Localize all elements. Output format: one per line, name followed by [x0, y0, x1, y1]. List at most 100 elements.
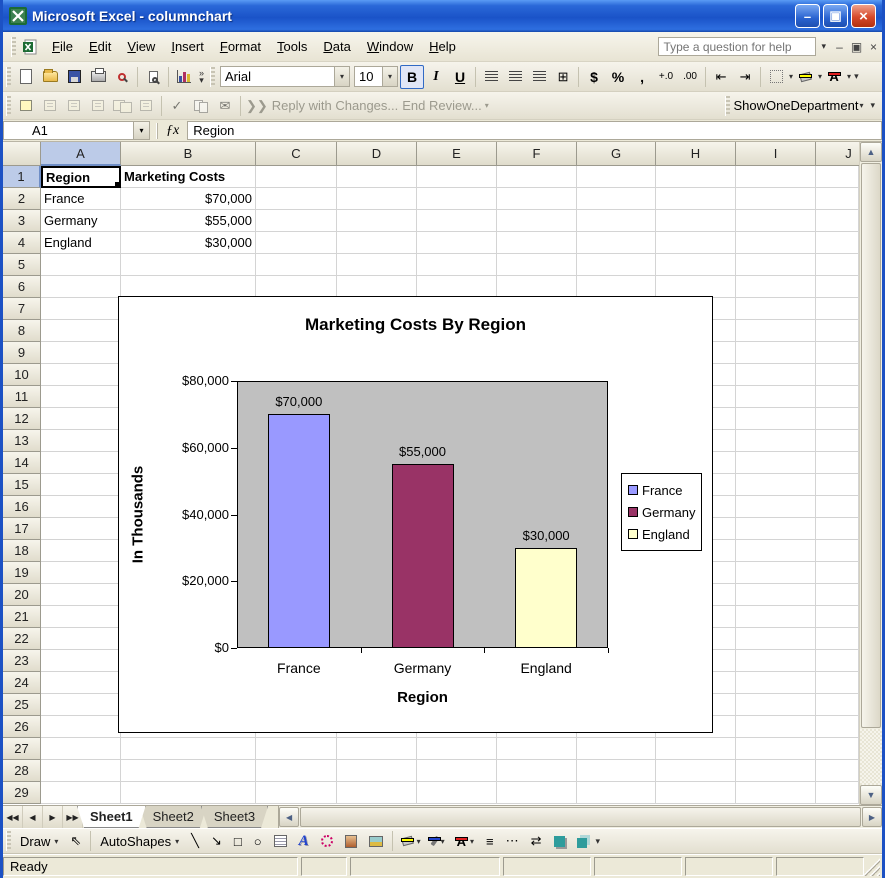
- cell-C28[interactable]: [256, 760, 337, 782]
- cell-A23[interactable]: [41, 650, 121, 672]
- macro-button[interactable]: ShowOneDepartment: [733, 98, 858, 113]
- cell-I10[interactable]: [736, 364, 816, 386]
- cell-F27[interactable]: [497, 738, 577, 760]
- cell-I25[interactable]: [736, 694, 816, 716]
- cell-D5[interactable]: [337, 254, 417, 276]
- row-header-16[interactable]: 16: [3, 496, 41, 518]
- cell-I3[interactable]: [736, 210, 816, 232]
- cell-I27[interactable]: [736, 738, 816, 760]
- cell-A21[interactable]: [41, 606, 121, 628]
- diagram-icon[interactable]: [315, 833, 339, 849]
- col-header-H[interactable]: H: [656, 142, 736, 166]
- cell-J10[interactable]: [816, 364, 859, 386]
- cell-J22[interactable]: [816, 628, 859, 650]
- three-d-style-icon[interactable]: [571, 833, 593, 850]
- macro-toolbar-grip[interactable]: [725, 96, 730, 116]
- cell-J17[interactable]: [816, 518, 859, 540]
- cell-F4[interactable]: [497, 232, 577, 254]
- row-header-6[interactable]: 6: [3, 276, 41, 298]
- toolbar-options-icon[interactable]: »▾: [196, 70, 207, 84]
- row-header-18[interactable]: 18: [3, 540, 41, 562]
- cell-I22[interactable]: [736, 628, 816, 650]
- cell-J25[interactable]: [816, 694, 859, 716]
- cell-B2[interactable]: $70,000: [121, 188, 256, 210]
- bold-button[interactable]: B: [400, 65, 424, 89]
- close-button[interactable]: ×: [851, 4, 876, 28]
- cell-E28[interactable]: [417, 760, 497, 782]
- row-header-13[interactable]: 13: [3, 430, 41, 452]
- cell-A14[interactable]: [41, 452, 121, 474]
- currency-style-button[interactable]: $: [582, 65, 606, 89]
- reviewing-toolbar-grip[interactable]: [6, 96, 11, 116]
- cell-H1[interactable]: [656, 166, 736, 188]
- cell-J21[interactable]: [816, 606, 859, 628]
- cell-J9[interactable]: [816, 342, 859, 364]
- menu-item-format[interactable]: Format: [212, 35, 269, 58]
- cell-G3[interactable]: [577, 210, 656, 232]
- menu-item-insert[interactable]: Insert: [163, 35, 212, 58]
- cell-J14[interactable]: [816, 452, 859, 474]
- cell-B4[interactable]: $30,000: [121, 232, 256, 254]
- cell-A16[interactable]: [41, 496, 121, 518]
- bar-france[interactable]: [268, 414, 330, 648]
- cell-I29[interactable]: [736, 782, 816, 804]
- cell-A3[interactable]: Germany: [41, 210, 121, 232]
- cell-I9[interactable]: [736, 342, 816, 364]
- percent-style-button[interactable]: %: [606, 65, 630, 89]
- cell-A22[interactable]: [41, 628, 121, 650]
- cell-I11[interactable]: [736, 386, 816, 408]
- doc-restore-button[interactable]: ▣: [848, 40, 865, 54]
- row-header-21[interactable]: 21: [3, 606, 41, 628]
- arrow-style-icon[interactable]: ⇄: [525, 831, 548, 851]
- cell-A9[interactable]: [41, 342, 121, 364]
- clip-art-icon[interactable]: [339, 833, 363, 850]
- menu-item-help[interactable]: Help: [421, 35, 464, 58]
- cell-I19[interactable]: [736, 562, 816, 584]
- increase-indent-icon[interactable]: ⇥: [733, 65, 757, 89]
- draw-font-color-icon[interactable]: A▾: [451, 834, 480, 849]
- first-sheet-icon[interactable]: ◀◀: [3, 806, 23, 828]
- cell-I21[interactable]: [736, 606, 816, 628]
- cell-I26[interactable]: [736, 716, 816, 738]
- sheet-tab-sheet1[interactable]: Sheet1: [77, 806, 146, 828]
- row-header-12[interactable]: 12: [3, 408, 41, 430]
- cell-A11[interactable]: [41, 386, 121, 408]
- insert-picture-icon[interactable]: [363, 834, 389, 849]
- cell-C29[interactable]: [256, 782, 337, 804]
- row-header-28[interactable]: 28: [3, 760, 41, 782]
- menu-item-view[interactable]: View: [119, 35, 163, 58]
- help-question-input[interactable]: [658, 37, 816, 56]
- cell-A7[interactable]: [41, 298, 121, 320]
- cell-I13[interactable]: [736, 430, 816, 452]
- cell-A15[interactable]: [41, 474, 121, 496]
- cell-A25[interactable]: [41, 694, 121, 716]
- drawing-options-icon[interactable]: ▾: [593, 838, 604, 845]
- bar-england[interactable]: [515, 548, 577, 648]
- cell-A17[interactable]: [41, 518, 121, 540]
- cell-C1[interactable]: [256, 166, 337, 188]
- row-header-24[interactable]: 24: [3, 672, 41, 694]
- select-objects-icon[interactable]: ⇖: [64, 831, 87, 851]
- font-size-combo[interactable]: 10 ▾: [354, 66, 398, 87]
- cell-I24[interactable]: [736, 672, 816, 694]
- cell-A5[interactable]: [41, 254, 121, 276]
- cell-J29[interactable]: [816, 782, 859, 804]
- cell-A18[interactable]: [41, 540, 121, 562]
- cell-G4[interactable]: [577, 232, 656, 254]
- cell-C27[interactable]: [256, 738, 337, 760]
- autoshapes-menu-button[interactable]: AutoShapes▾: [94, 832, 185, 851]
- cell-I17[interactable]: [736, 518, 816, 540]
- cell-A12[interactable]: [41, 408, 121, 430]
- cell-J7[interactable]: [816, 298, 859, 320]
- col-header-E[interactable]: E: [417, 142, 497, 166]
- col-header-I[interactable]: I: [736, 142, 816, 166]
- decrease-decimal-icon[interactable]: .00: [678, 65, 702, 89]
- print-preview-icon[interactable]: [141, 65, 165, 89]
- cell-I5[interactable]: [736, 254, 816, 276]
- cell-I15[interactable]: [736, 474, 816, 496]
- sheet-tab-sheet2[interactable]: Sheet2: [140, 806, 207, 828]
- cell-A26[interactable]: [41, 716, 121, 738]
- cell-B3[interactable]: $55,000: [121, 210, 256, 232]
- cell-I12[interactable]: [736, 408, 816, 430]
- cell-B1[interactable]: Marketing Costs: [121, 166, 256, 188]
